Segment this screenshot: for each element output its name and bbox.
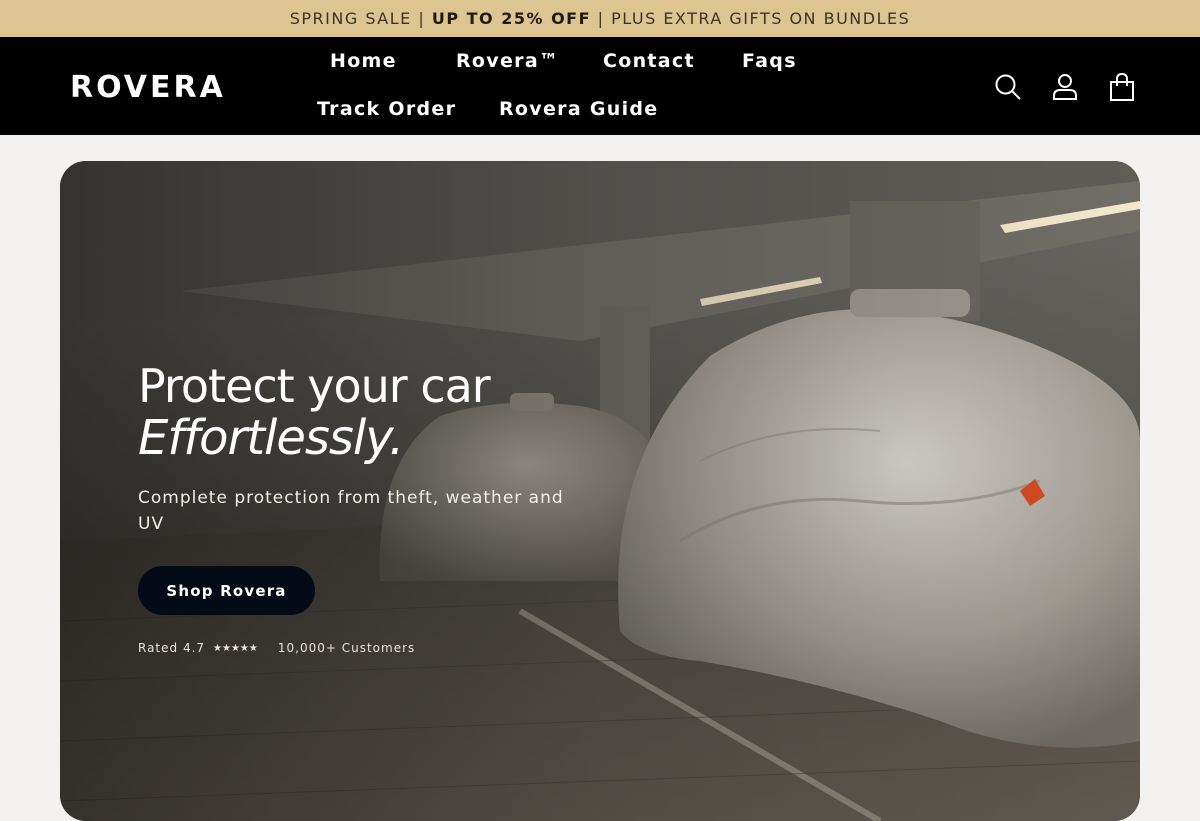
search-icon[interactable] bbox=[992, 71, 1024, 103]
customer-count: 10,000+ Customers bbox=[277, 641, 416, 655]
nav-item-faqs[interactable]: Faqs bbox=[742, 49, 797, 73]
announcement-highlight: UP TO 25% OFF bbox=[431, 9, 592, 28]
logo-wordmark: ROVERA bbox=[70, 70, 226, 105]
hero-title: Protect your car bbox=[138, 359, 491, 413]
hero-title-italic: Effortlessly. bbox=[138, 410, 404, 466]
hero-copy: Protect your car Effortlessly. Complete … bbox=[138, 361, 578, 537]
announcement-suffix: | PLUS EXTRA GIFTS ON BUNDLES bbox=[597, 9, 911, 28]
announcement-bar: SPRING SALE | UP TO 25% OFF | PLUS EXTRA… bbox=[0, 0, 1200, 37]
logo[interactable]: ROVERA bbox=[70, 70, 254, 105]
nav-item-rovera-guide[interactable]: Rovera Guide bbox=[499, 97, 658, 121]
account-icon[interactable] bbox=[1049, 71, 1081, 103]
nav-item-home[interactable]: Home bbox=[330, 49, 397, 73]
shop-rovera-button[interactable]: Shop Rovera bbox=[138, 566, 315, 615]
site-header: ROVERA Home Rovera™ Contact Faqs Track O… bbox=[0, 37, 1200, 135]
cart-icon[interactable] bbox=[1106, 71, 1138, 103]
rating-row: Rated 4.7 ★★★★★ 10,000+ Customers bbox=[138, 641, 415, 655]
rating-stars: ★★★★★ bbox=[213, 642, 258, 654]
announcement-prefix: SPRING SALE | bbox=[289, 9, 426, 28]
logo-text: ROVERA bbox=[70, 71, 226, 101]
nav-item-rovera[interactable]: Rovera™ bbox=[456, 49, 559, 73]
nav-item-track-order[interactable]: Track Order bbox=[317, 97, 456, 121]
rating-text: Rated 4.7 bbox=[138, 641, 206, 655]
nav-item-contact[interactable]: Contact bbox=[603, 49, 695, 73]
hero-banner: Protect your car Effortlessly. Complete … bbox=[60, 161, 1140, 821]
hero-subtitle: Complete protection from theft, weather … bbox=[138, 488, 564, 534]
